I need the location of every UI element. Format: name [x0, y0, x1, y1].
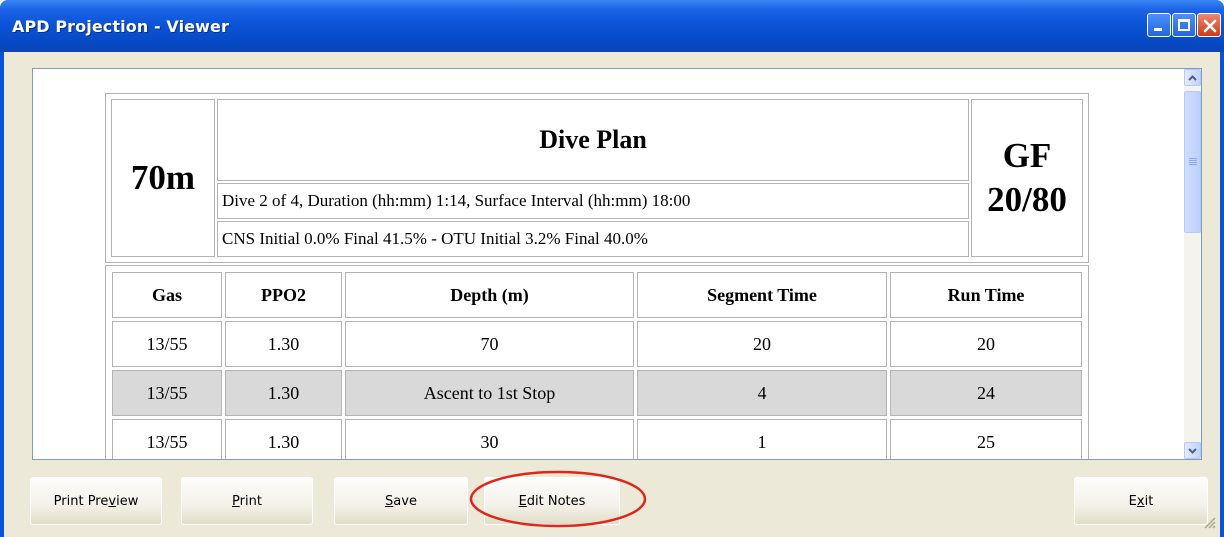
- table-header-row: Gas PPO2 Depth (m) Segment Time Run Time: [112, 272, 1082, 318]
- gf-label-text: GF: [1002, 136, 1052, 175]
- exit-button[interactable]: Exit: [1074, 477, 1208, 525]
- minimize-icon[interactable]: [1147, 13, 1171, 37]
- table-cell: 1.30: [225, 419, 342, 459]
- plan-title: Dive Plan: [217, 99, 969, 181]
- depth-label: 70m: [111, 99, 215, 257]
- print-preview-button[interactable]: Print Preview: [30, 477, 162, 525]
- table-row: 13/55 1.30 70 20 20: [112, 321, 1082, 367]
- column-header: Gas: [112, 272, 222, 318]
- table-cell: 30: [345, 419, 634, 459]
- table-row: 13/55 1.30 Ascent to 1st Stop 4 24: [112, 370, 1082, 416]
- table-cell: 13/55: [112, 370, 222, 416]
- table-cell: 4: [637, 370, 887, 416]
- table-cell: 1: [637, 419, 887, 459]
- edit-notes-button[interactable]: Edit Notes: [484, 477, 620, 525]
- scroll-up-icon[interactable]: [1184, 69, 1201, 86]
- table-cell: 13/55: [112, 419, 222, 459]
- vertical-scrollbar[interactable]: [1184, 69, 1201, 459]
- gf-label: GF 20/80: [971, 99, 1083, 257]
- plan-header: 70m Dive Plan GF 20/80 Dive 2 of 4, Dura…: [105, 93, 1089, 263]
- table-cell: 1.30: [225, 370, 342, 416]
- table-row: 13/55 1.30 30 1 25: [112, 419, 1082, 459]
- table-cell: Ascent to 1st Stop: [345, 370, 634, 416]
- dive-info: Dive 2 of 4, Duration (hh:mm) 1:14, Surf…: [217, 183, 969, 219]
- column-header: Depth (m): [345, 272, 634, 318]
- close-icon[interactable]: [1197, 13, 1221, 37]
- column-header: PPO2: [225, 272, 342, 318]
- print-button[interactable]: Print: [181, 477, 313, 525]
- window-title: APD Projection - Viewer: [12, 17, 229, 36]
- print-label: Print: [232, 493, 262, 509]
- maximize-icon[interactable]: [1172, 13, 1196, 37]
- scroll-thumb[interactable]: [1184, 91, 1201, 233]
- dive-schedule-table: Gas PPO2 Depth (m) Segment Time Run Time…: [109, 269, 1085, 459]
- column-header: Segment Time: [637, 272, 887, 318]
- resize-grip-icon[interactable]: [1202, 515, 1216, 529]
- dive-plan-report: 70m Dive Plan GF 20/80 Dive 2 of 4, Dura…: [105, 93, 1089, 459]
- table-cell: 24: [890, 370, 1082, 416]
- report-viewer[interactable]: 70m Dive Plan GF 20/80 Dive 2 of 4, Dura…: [32, 68, 1202, 460]
- exit-label: Exit: [1128, 493, 1154, 509]
- gf-value: 20/80: [987, 180, 1067, 219]
- title-bar[interactable]: APD Projection - Viewer: [0, 0, 1224, 52]
- scroll-down-icon[interactable]: [1184, 442, 1201, 459]
- column-header: Run Time: [890, 272, 1082, 318]
- table-cell: 13/55: [112, 321, 222, 367]
- save-button[interactable]: Save: [334, 477, 468, 525]
- cns-info: CNS Initial 0.0% Final 41.5% - OTU Initi…: [217, 221, 969, 257]
- table-cell: 20: [890, 321, 1082, 367]
- app-window: APD Projection - Viewer 70m Dive Plan GF…: [0, 0, 1224, 537]
- save-label: Save: [385, 493, 417, 509]
- edit-notes-label: Edit Notes: [518, 493, 586, 509]
- print-preview-label: Print Preview: [53, 493, 139, 509]
- table-cell: 20: [637, 321, 887, 367]
- schedule-section: Gas PPO2 Depth (m) Segment Time Run Time…: [105, 265, 1089, 459]
- table-cell: 1.30: [225, 321, 342, 367]
- table-cell: 70: [345, 321, 634, 367]
- table-cell: 25: [890, 419, 1082, 459]
